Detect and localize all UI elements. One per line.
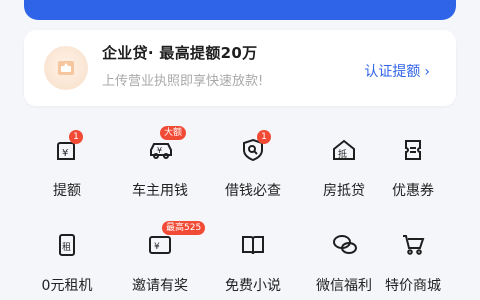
phone-rent-icon: 租	[47, 225, 87, 265]
top-banner[interactable]	[24, 0, 456, 20]
yuan-arrow-icon: ¥ 1	[47, 130, 87, 170]
shield-search-icon: 1	[233, 130, 273, 170]
wechat-icon	[324, 225, 364, 265]
grid-item-discount-mall[interactable]: 特价商城	[368, 225, 458, 295]
grid-label: 车主用钱	[132, 183, 188, 199]
house-glyph: 抵	[338, 148, 347, 160]
grid-label: 特价商城	[385, 278, 441, 294]
grid-label: 0元租机	[41, 278, 93, 294]
grid-item-free-novels[interactable]: 免费小说	[208, 225, 298, 295]
yuan-glyph: ¥	[62, 148, 68, 159]
yuan-glyph: ¥	[157, 146, 162, 155]
grid-label: 提额	[53, 183, 81, 199]
book-icon	[233, 225, 273, 265]
invite-envelope-icon: ¥ 最高525	[140, 221, 206, 265]
enterprise-loan-card[interactable]: 企业贷· 最高提额20万 上传营业执照即享快速放款! 认证提额 ›	[24, 30, 456, 106]
coupon-icon	[393, 130, 433, 170]
grid-item-invite-reward[interactable]: ¥ 最高525 邀请有奖	[115, 221, 206, 295]
chevron-right-icon: ›	[424, 64, 430, 80]
grid-item-borrow-check[interactable]: 1 借钱必查	[208, 130, 298, 200]
badge-count: 1	[257, 130, 271, 144]
business-license-icon	[44, 46, 88, 90]
grid-item-tie-e[interactable]: ¥ 1 提额	[22, 130, 112, 200]
badge-large-amount: 大额	[160, 126, 187, 140]
house-icon: 抵	[324, 130, 364, 170]
grid-label: 邀请有奖	[132, 278, 188, 294]
grid-label: 免费小说	[225, 278, 281, 294]
phone-glyph: 租	[62, 242, 71, 253]
badge-max-reward: 最高525	[162, 221, 206, 235]
loan-card-title: 企业贷· 最高提额20万	[102, 44, 258, 62]
grid-label: 优惠券	[392, 183, 434, 199]
verify-increase-label: 认证提额	[364, 64, 421, 80]
grid-item-coupons[interactable]: 优惠券	[368, 130, 458, 200]
yuan-glyph: ¥	[154, 242, 160, 252]
grid-label: 借钱必查	[225, 183, 281, 199]
loan-card-subtitle: 上传营业执照即享快速放款!	[102, 74, 264, 89]
badge-count: 1	[69, 130, 83, 144]
cart-icon	[393, 225, 433, 265]
grid-item-car-owner-loan[interactable]: ¥ 大额 车主用钱	[115, 126, 205, 200]
car-yuan-icon: ¥ 大额	[140, 126, 187, 170]
verify-increase-button[interactable]: 认证提额 ›	[364, 61, 430, 81]
grid-item-zero-rent-phone[interactable]: 租 0元租机	[22, 225, 112, 295]
